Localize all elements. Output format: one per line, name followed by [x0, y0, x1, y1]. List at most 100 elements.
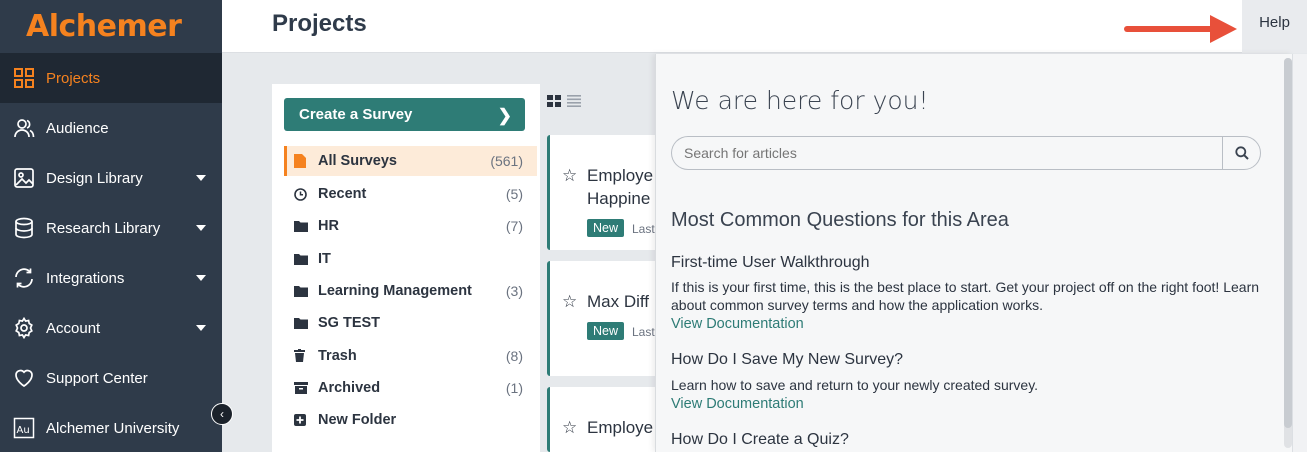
grid-view-icon[interactable] — [547, 94, 561, 112]
folder-learning-management[interactable]: Learning Management (3) — [284, 275, 537, 307]
folder-label: Recent — [318, 186, 367, 203]
chevron-right-icon: ❯ — [497, 106, 512, 125]
sidebar-item-support-center[interactable]: Support Center — [0, 353, 222, 403]
folder-count: (3) — [505, 283, 523, 300]
sidebar-item-projects[interactable]: Projects — [0, 53, 222, 103]
view-documentation-link[interactable]: View Documentation — [671, 316, 804, 332]
last-modified: Last — [632, 325, 655, 339]
star-icon[interactable]: ☆ — [562, 166, 577, 186]
folder-label: Learning Management — [318, 283, 472, 300]
survey-card[interactable]: ☆ Employe — [547, 387, 662, 452]
sidebar-item-research-library[interactable]: Research Library — [0, 203, 222, 253]
create-survey-label: Create a Survey — [299, 106, 413, 123]
image-icon — [0, 167, 46, 189]
survey-title: Happine — [587, 189, 651, 208]
help-button[interactable]: Help — [1242, 0, 1307, 53]
survey-card[interactable]: ☆ Max Diff New Last — [547, 261, 662, 376]
sidebar-item-integrations[interactable]: Integrations — [0, 253, 222, 303]
sidebar-item-label: Integrations — [46, 269, 125, 287]
grid-icon — [0, 67, 46, 89]
folder-icon — [294, 285, 318, 298]
folder-count: (8) — [505, 347, 523, 364]
folder-label: New Folder — [318, 412, 397, 429]
common-questions-heading: Most Common Questions for this Area — [671, 209, 1009, 231]
sidebar: Alchemer Projects Audience Design Librar… — [0, 0, 233, 452]
clock-icon — [294, 187, 318, 201]
help-scrollbar[interactable] — [1284, 58, 1292, 448]
search-input[interactable] — [671, 136, 1223, 170]
search-button[interactable] — [1222, 136, 1261, 170]
sidebar-item-label: Alchemer University — [46, 419, 180, 437]
folder-recent[interactable]: Recent (5) — [284, 178, 537, 210]
folder-icon — [294, 220, 318, 233]
create-survey-button[interactable]: Create a Survey ❯ — [284, 98, 525, 131]
folder-label: All Surveys — [318, 153, 397, 169]
folder-panel: Create a Survey ❯ All Surveys (561) Rece… — [272, 84, 540, 452]
heart-icon — [0, 367, 46, 389]
trash-icon — [294, 349, 318, 363]
sidebar-item-label: Support Center — [46, 369, 148, 387]
folder-all-surveys[interactable]: All Surveys (561) — [284, 146, 537, 176]
star-icon[interactable]: ☆ — [562, 418, 577, 438]
question-title: First-time User Walkthrough — [671, 254, 870, 271]
caret-down-icon — [196, 175, 206, 181]
star-icon[interactable]: ☆ — [562, 292, 577, 312]
red-arrow-annotation — [1124, 15, 1237, 43]
users-icon — [0, 117, 46, 139]
folder-icon — [294, 253, 318, 265]
help-heading: We are here for you! — [671, 86, 929, 115]
survey-title: Employe — [587, 418, 654, 437]
sidebar-item-label: Design Library — [46, 169, 143, 187]
folder-sg-test[interactable]: SG TEST — [284, 307, 537, 339]
folder-it[interactable]: IT — [284, 243, 537, 275]
file-icon — [294, 154, 318, 168]
folder-trash[interactable]: Trash (8) — [284, 339, 537, 371]
survey-title: Employe — [587, 166, 654, 185]
question-title: How Do I Save My New Survey? — [671, 351, 904, 368]
search-icon — [1234, 146, 1249, 160]
archive-icon — [294, 381, 318, 394]
question-description: If this is your first time, this is the … — [671, 279, 1260, 313]
sync-icon — [0, 267, 46, 289]
survey-card[interactable]: ☆ Employe Happine New Last — [547, 135, 662, 250]
sidebar-item-label: Account — [46, 319, 101, 337]
sidebar-item-label: Audience — [46, 119, 109, 137]
folder-count: (5) — [505, 186, 523, 203]
folder-count: (7) — [505, 218, 523, 235]
gear-icon — [0, 317, 46, 339]
new-badge: New — [587, 219, 625, 237]
caret-down-icon — [196, 275, 206, 281]
article-search — [671, 136, 1261, 170]
folder-new-folder[interactable]: New Folder — [284, 404, 537, 436]
sidebar-item-label: Research Library — [46, 219, 161, 237]
svg-text:Au: Au — [17, 425, 30, 436]
view-documentation-link[interactable]: View Documentation — [671, 396, 804, 412]
new-badge: New — [587, 322, 625, 340]
scrollbar-thumb[interactable] — [1284, 58, 1292, 428]
last-modified: Last — [632, 222, 655, 236]
folder-label: IT — [318, 250, 331, 267]
collapse-sidebar-button[interactable]: ‹ — [211, 403, 233, 425]
right-edge-strip — [1292, 54, 1307, 452]
database-icon — [0, 217, 46, 239]
alchemer-logo[interactable]: Alchemer — [0, 0, 222, 53]
sidebar-item-label: Projects — [46, 69, 101, 87]
sidebar-item-design-library[interactable]: Design Library — [0, 153, 222, 203]
folder-archived[interactable]: Archived (1) — [284, 372, 537, 404]
folder-label: SG TEST — [318, 315, 381, 332]
sidebar-item-account[interactable]: Account — [0, 303, 222, 353]
caret-down-icon — [196, 225, 206, 231]
folder-label: Archived — [318, 379, 381, 396]
question-description: Learn how to save and return to your new… — [671, 377, 1039, 393]
plus-icon — [294, 414, 318, 427]
question-title: How Do I Create a Quiz? — [671, 431, 849, 448]
folder-count: (1) — [505, 379, 523, 396]
folder-label: HR — [318, 218, 339, 235]
sidebar-item-audience[interactable]: Audience — [0, 103, 222, 153]
list-view-icon[interactable] — [567, 94, 581, 112]
view-toggle — [547, 95, 591, 111]
folder-count: (561) — [490, 153, 523, 169]
folder-hr[interactable]: HR (7) — [284, 210, 537, 242]
page-title: Projects — [272, 10, 367, 37]
sidebar-item-alchemer-university[interactable]: Au Alchemer University — [0, 403, 222, 452]
